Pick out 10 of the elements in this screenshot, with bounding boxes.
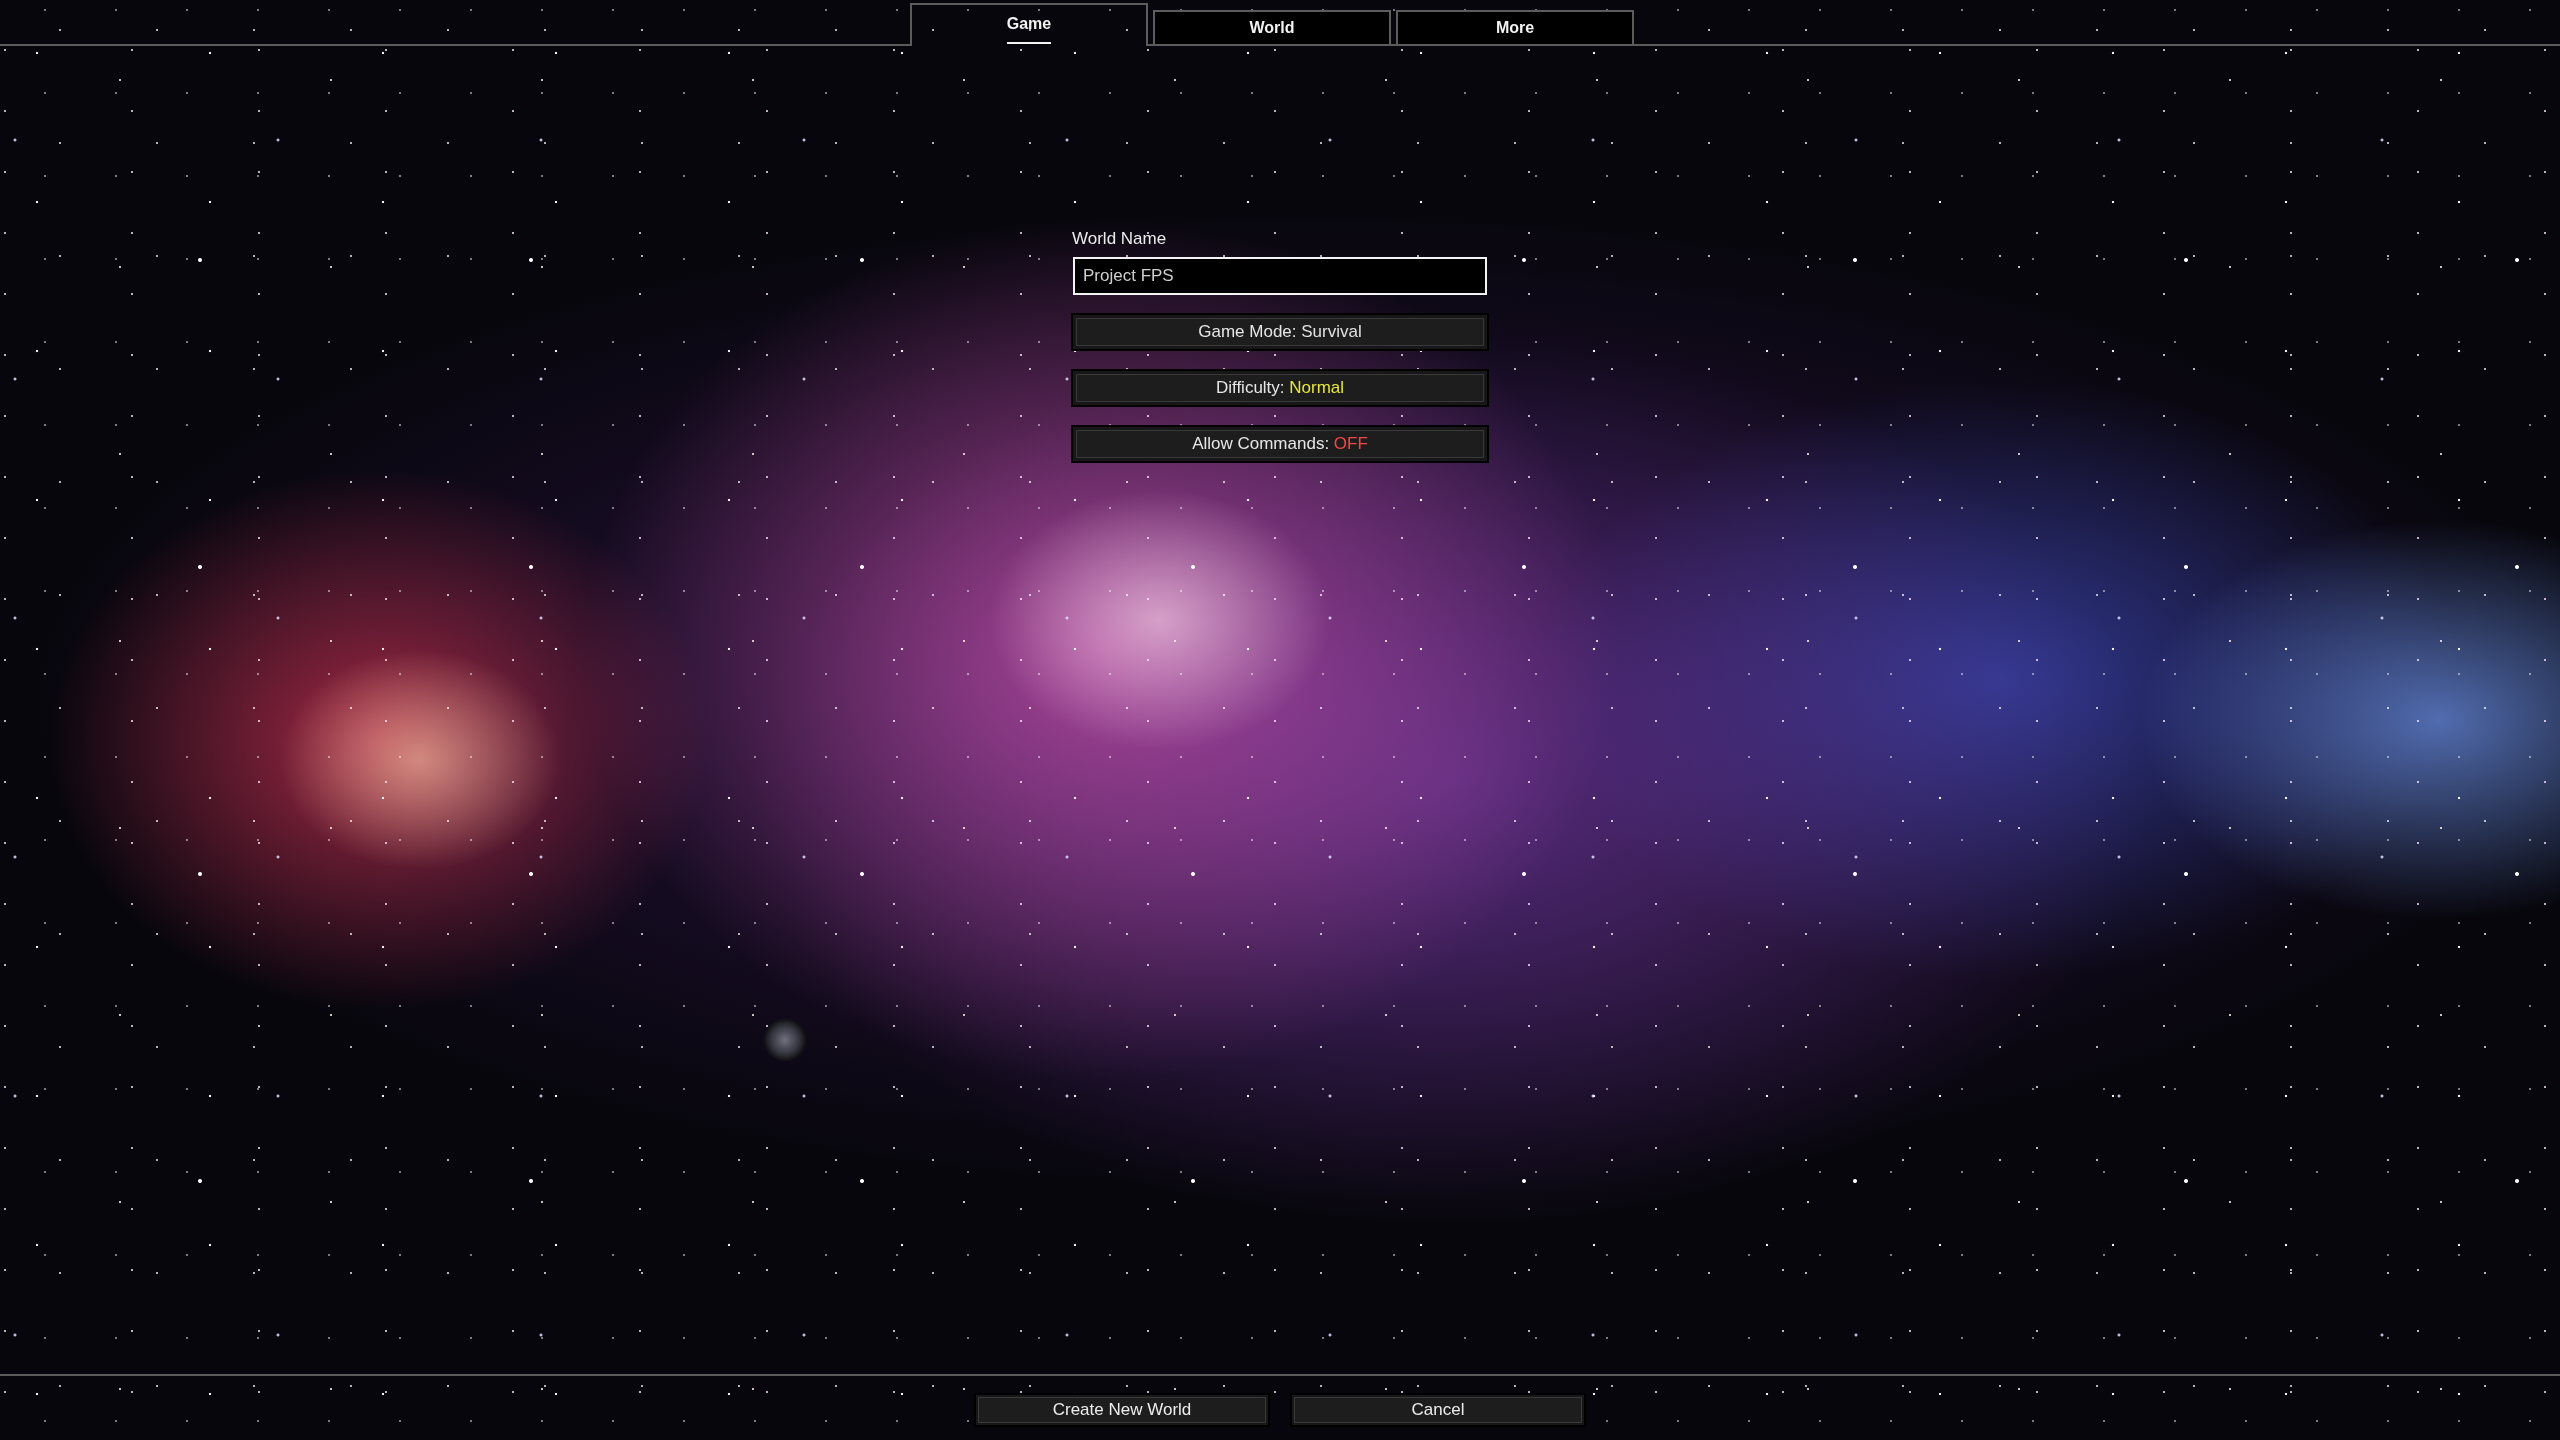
option-button[interactable]: Game Mode: Survival [1071, 313, 1489, 351]
tab[interactable]: More [1396, 10, 1634, 46]
field-label: World Name [1072, 229, 1167, 249]
action-button[interactable]: Create New World [974, 1393, 1270, 1427]
tab[interactable]: Game [910, 3, 1148, 46]
option-button[interactable]: Difficulty: Normal [1071, 369, 1489, 407]
action-button[interactable]: Cancel [1290, 1393, 1586, 1427]
option-button[interactable]: Allow Commands: OFF [1071, 425, 1489, 463]
world-name-field[interactable]: Project FPS [1073, 257, 1487, 295]
tab[interactable]: World [1153, 10, 1391, 46]
